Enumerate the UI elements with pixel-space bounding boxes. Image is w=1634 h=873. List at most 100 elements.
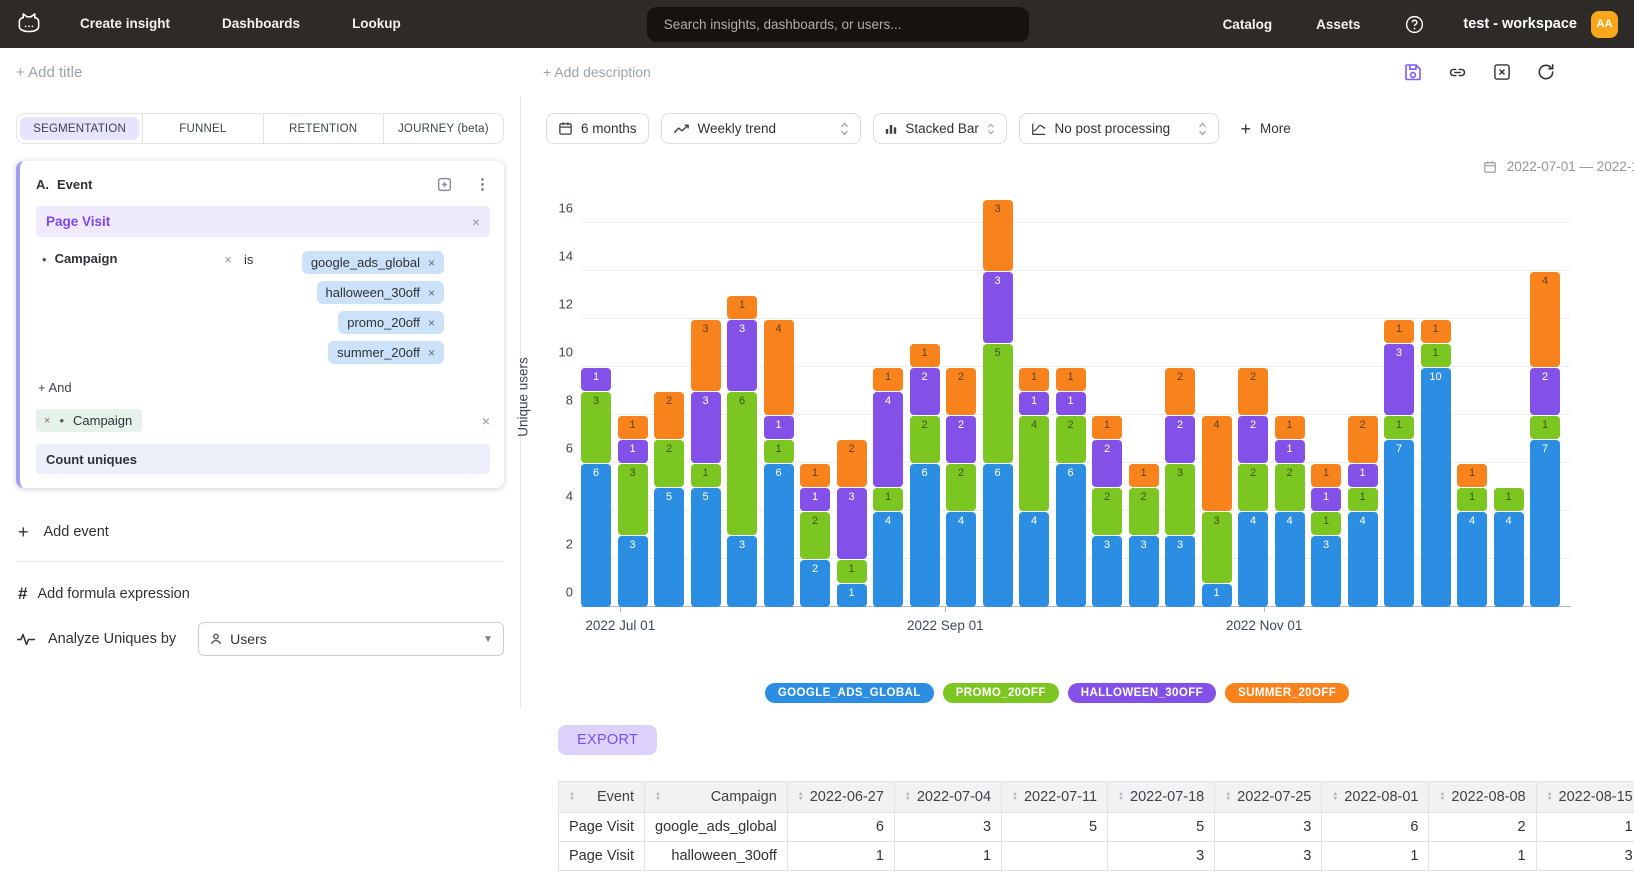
- bar-segment-summer-20off[interactable]: 1: [618, 416, 648, 439]
- column-header-2022-08-08[interactable]: ▲▼2022-08-08: [1429, 782, 1536, 813]
- post-processing-select[interactable]: No post processing: [1019, 113, 1219, 144]
- nav-item-lookup[interactable]: Lookup: [352, 16, 401, 31]
- bar-segment-summer-20off[interactable]: 1: [1421, 320, 1451, 343]
- bar-segment-summer-20off[interactable]: 4: [1530, 272, 1560, 367]
- bar-segment-google-ads-global[interactable]: 4: [1457, 512, 1487, 607]
- bar-segment-google-ads-global[interactable]: 6: [910, 464, 940, 607]
- column-header-campaign[interactable]: ▲▼Campaign: [645, 782, 788, 813]
- bar-segment-promo-20off[interactable]: 3: [581, 392, 611, 463]
- bar-segment-google-ads-global[interactable]: 1: [837, 584, 867, 607]
- bar-2022-11-21[interactable]: 2114: [1348, 415, 1378, 607]
- bar-segment-summer-20off[interactable]: 3: [983, 200, 1013, 271]
- bar-segment-google-ads-global[interactable]: 3: [727, 536, 757, 607]
- bar-segment-google-ads-global[interactable]: 4: [1348, 512, 1378, 607]
- filter-value-tag[interactable]: promo_20off×: [338, 311, 444, 334]
- remove-filter-icon[interactable]: ×: [224, 252, 232, 364]
- bar-segment-promo-20off[interactable]: 1: [1348, 488, 1378, 511]
- more-options-button[interactable]: + More: [1241, 121, 1291, 136]
- bar-2022-08-22[interactable]: 1414: [873, 367, 903, 607]
- bar-2022-09-12[interactable]: 3356: [983, 199, 1013, 607]
- nav-item-assets[interactable]: Assets: [1316, 17, 1360, 32]
- bar-segment-promo-20off[interactable]: 1: [1494, 488, 1524, 511]
- filter-value-tag[interactable]: summer_20off×: [328, 341, 444, 364]
- bar-segment-google-ads-global[interactable]: 5: [654, 488, 684, 607]
- filter-value-tag[interactable]: google_ads_global×: [302, 251, 444, 274]
- bar-segment-halloween-30off[interactable]: 3: [837, 488, 867, 559]
- nav-item-create-insight[interactable]: Create insight: [80, 16, 170, 31]
- bar-segment-promo-20off[interactable]: 2: [946, 464, 976, 511]
- bar-2022-09-05[interactable]: 2224: [946, 367, 976, 607]
- bar-segment-halloween-30off[interactable]: 1: [764, 416, 794, 439]
- bar-segment-summer-20off[interactable]: 1: [727, 296, 757, 319]
- bar-segment-halloween-30off[interactable]: 3: [1384, 344, 1414, 415]
- bar-segment-summer-20off[interactable]: 2: [654, 392, 684, 439]
- bar-segment-promo-20off[interactable]: 1: [1384, 416, 1414, 439]
- bar-2022-08-15[interactable]: 2311: [837, 439, 867, 607]
- column-header-2022-07-25[interactable]: ▲▼2022-07-25: [1215, 782, 1322, 813]
- add-event-button[interactable]: + Add event: [18, 524, 504, 540]
- bar-2022-07-18[interactable]: 3315: [691, 319, 721, 607]
- bar-segment-google-ads-global[interactable]: 3: [1129, 536, 1159, 607]
- bar-segment-promo-20off[interactable]: 1: [764, 440, 794, 463]
- bar-segment-google-ads-global[interactable]: 4: [1275, 512, 1305, 607]
- bar-segment-promo-20off[interactable]: 2: [1092, 488, 1122, 535]
- aggregation-selector[interactable]: Count uniques: [36, 444, 490, 474]
- nav-item-catalog[interactable]: Catalog: [1223, 17, 1273, 32]
- avatar[interactable]: AA: [1591, 11, 1618, 38]
- tab-retention[interactable]: RETENTION: [263, 114, 383, 143]
- bar-segment-summer-20off[interactable]: 1: [1311, 464, 1341, 487]
- filter-operator[interactable]: is: [244, 252, 302, 364]
- bar-segment-promo-20off[interactable]: 2: [1056, 416, 1086, 463]
- bar-segment-promo-20off[interactable]: 1: [1530, 416, 1560, 439]
- bar-segment-google-ads-global[interactable]: 3: [1165, 536, 1195, 607]
- bar-2022-10-17[interactable]: 2233: [1165, 367, 1195, 607]
- add-description-button[interactable]: + Add description: [543, 64, 651, 80]
- app-logo-icon[interactable]: [14, 11, 44, 37]
- bar-segment-google-ads-global[interactable]: 7: [1530, 440, 1560, 607]
- remove-value-icon[interactable]: ×: [428, 286, 435, 300]
- bar-segment-halloween-30off[interactable]: 2: [1238, 416, 1268, 463]
- bar-segment-summer-20off[interactable]: 1: [1275, 416, 1305, 439]
- bar-2022-07-25[interactable]: 1363: [727, 295, 757, 607]
- bar-2022-12-19[interactable]: 14: [1494, 487, 1524, 607]
- legend-pill-promo-20off[interactable]: PROMO_20OFF: [943, 683, 1059, 703]
- bar-segment-summer-20off[interactable]: 1: [800, 464, 830, 487]
- bar-segment-halloween-30off[interactable]: 4: [873, 392, 903, 487]
- bar-2022-12-12[interactable]: 114: [1457, 463, 1487, 607]
- bar-segment-summer-20off[interactable]: 2: [1165, 368, 1195, 415]
- bar-segment-promo-20off[interactable]: 2: [1275, 464, 1305, 511]
- bar-segment-google-ads-global[interactable]: 4: [1238, 512, 1268, 607]
- bar-segment-halloween-30off[interactable]: 1: [800, 488, 830, 511]
- bar-segment-halloween-30off[interactable]: 3: [727, 320, 757, 391]
- bar-segment-promo-20off[interactable]: 4: [1019, 416, 1049, 511]
- bar-2022-10-03[interactable]: 1223: [1092, 415, 1122, 607]
- refresh-icon[interactable]: [1536, 62, 1556, 82]
- bar-segment-google-ads-global[interactable]: 7: [1384, 440, 1414, 607]
- bar-2022-11-14[interactable]: 1113: [1311, 463, 1341, 607]
- bar-segment-google-ads-global[interactable]: 4: [1019, 512, 1049, 607]
- bar-segment-halloween-30off[interactable]: 2: [910, 368, 940, 415]
- bar-2022-10-24[interactable]: 431: [1202, 415, 1232, 607]
- sort-icon[interactable]: ▲▼: [905, 792, 911, 802]
- event-selector[interactable]: Page Visit ×: [36, 206, 490, 237]
- bar-segment-summer-20off[interactable]: 2: [837, 440, 867, 487]
- bar-segment-halloween-30off[interactable]: 1: [581, 368, 611, 391]
- bar-segment-google-ads-global[interactable]: 3: [618, 536, 648, 607]
- add-formula-button[interactable]: # Add formula expression: [18, 584, 504, 604]
- bar-segment-halloween-30off[interactable]: 2: [1092, 440, 1122, 487]
- bar-segment-halloween-30off[interactable]: 2: [1165, 416, 1195, 463]
- tab-segmentation[interactable]: SEGMENTATION: [20, 117, 139, 140]
- column-header-2022-07-18[interactable]: ▲▼2022-07-18: [1108, 782, 1215, 813]
- bar-segment-summer-20off[interactable]: 1: [1092, 416, 1122, 439]
- bar-segment-promo-20off[interactable]: 6: [727, 392, 757, 535]
- bar-segment-halloween-30off[interactable]: 1: [1311, 488, 1341, 511]
- close-insight-icon[interactable]: [1492, 62, 1512, 82]
- bar-segment-google-ads-global[interactable]: 6: [983, 464, 1013, 607]
- breakdown-chip[interactable]: × • Campaign: [36, 409, 142, 432]
- column-header-2022-08-15[interactable]: ▲▼2022-08-15: [1536, 782, 1634, 813]
- bar-segment-google-ads-global[interactable]: 2: [800, 560, 830, 607]
- add-and-condition-button[interactable]: + And: [38, 380, 490, 395]
- bar-segment-promo-20off[interactable]: 2: [1129, 488, 1159, 535]
- trend-select[interactable]: Weekly trend: [661, 113, 861, 144]
- bar-segment-summer-20off[interactable]: 1: [910, 344, 940, 367]
